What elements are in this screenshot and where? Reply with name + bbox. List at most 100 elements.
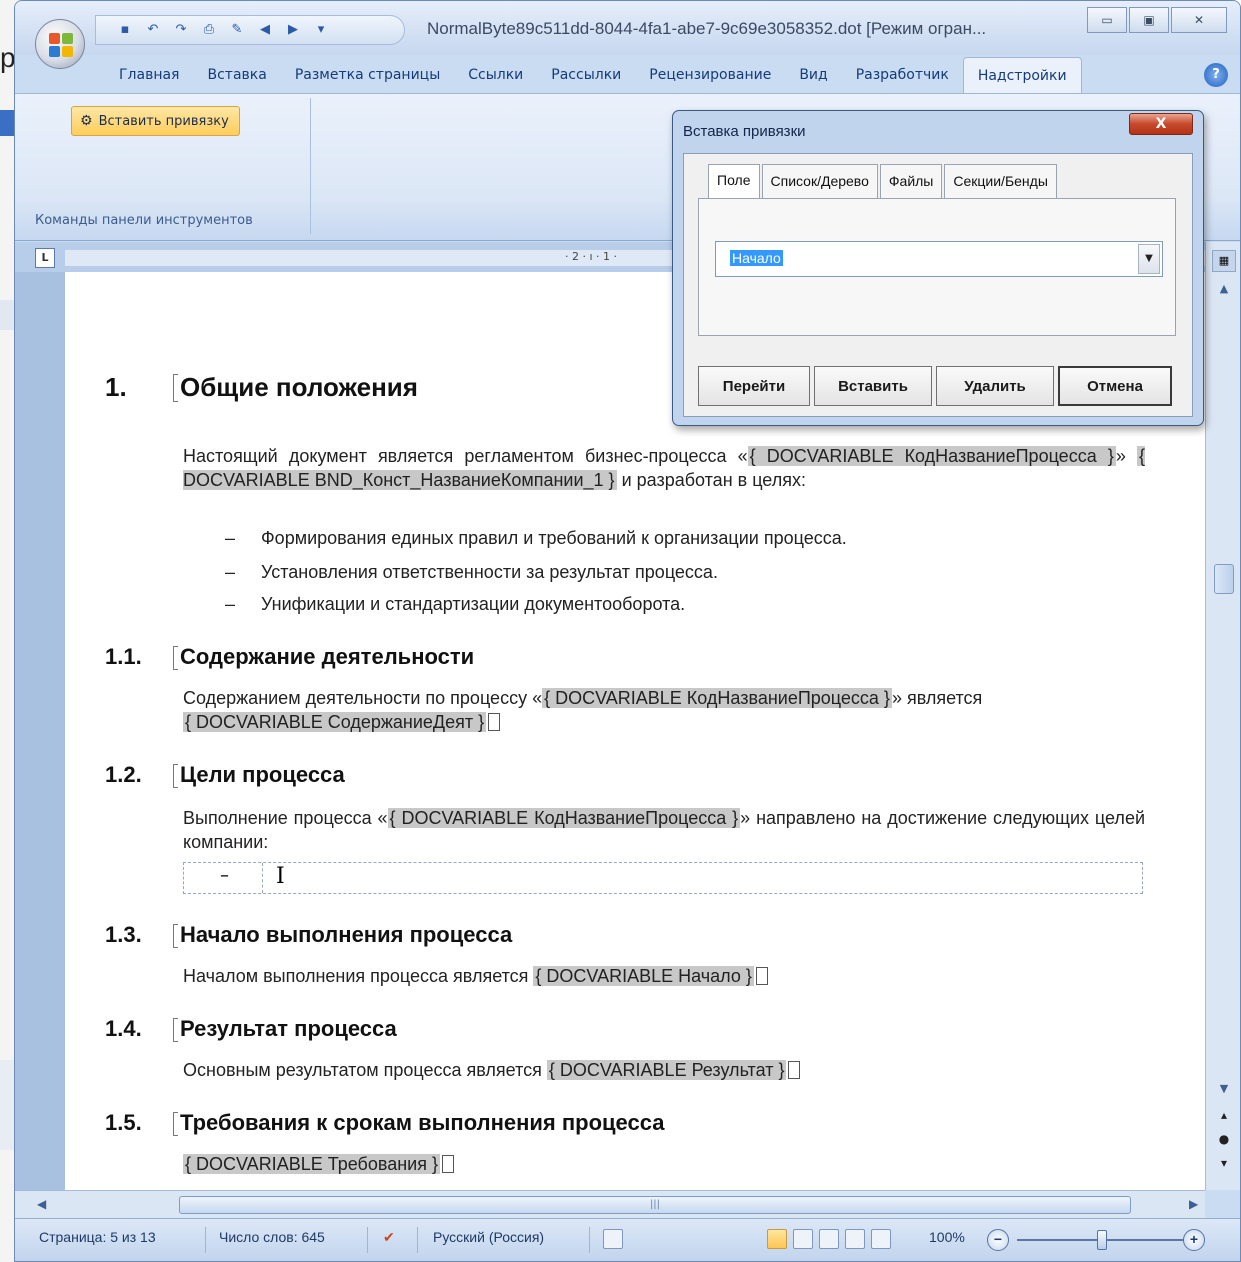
tab-page-layout[interactable]: Разметка страницы — [281, 57, 454, 93]
bookmark-marker — [173, 764, 178, 788]
heading-text: Содержание деятельности — [180, 644, 475, 669]
window-title: NormalByte89c511dd-8044-4fa1-abe7-9c69e3… — [427, 19, 987, 38]
scroll-left-icon[interactable]: ◀ — [37, 1197, 46, 1211]
text-run: Началом выполнения процесса является — [183, 966, 534, 986]
print-preview-icon[interactable]: ⎙ — [200, 21, 218, 39]
page-indicator[interactable]: Страница: 5 из 13 — [39, 1229, 156, 1245]
language-indicator[interactable]: Русский (Россия) — [433, 1229, 544, 1245]
save-icon[interactable]: ▪ — [116, 21, 134, 39]
text-run: Основным результатом процесса является — [183, 1060, 547, 1080]
chevron-down-icon[interactable]: ▼ — [1138, 244, 1160, 274]
tab-stop-selector[interactable]: L — [35, 248, 55, 268]
docvariable-field[interactable]: { DOCVARIABLE КодНазваниеПроцесса } — [542, 688, 892, 708]
insert-button[interactable]: Вставить — [814, 366, 932, 406]
web-layout-icon[interactable] — [819, 1229, 839, 1249]
bullet-dash: – — [220, 865, 229, 886]
outline-icon[interactable] — [845, 1229, 865, 1249]
cell-end-marker — [788, 1061, 801, 1079]
bookmark-marker — [173, 646, 178, 670]
heading-number: 1.5. — [105, 1110, 142, 1135]
dialog-close-button[interactable]: X — [1129, 113, 1193, 135]
tab-references[interactable]: Ссылки — [454, 57, 537, 93]
full-screen-reading-icon[interactable] — [793, 1229, 813, 1249]
list-item-text: Унификации и стандартизации документообо… — [261, 594, 686, 614]
cell-divider — [262, 863, 263, 893]
text-run: Содержанием деятельности по процессу « — [183, 688, 543, 708]
tab-insert[interactable]: Вставка — [193, 57, 280, 93]
docvariable-field[interactable]: { DOCVARIABLE КодНазваниеПроцесса } — [747, 446, 1116, 466]
paragraph-content: Содержанием деятельности по процессу «{ … — [183, 686, 1145, 734]
spelling-icon[interactable]: ✎ — [228, 21, 246, 39]
word-count[interactable]: Число слов: 645 — [219, 1229, 325, 1245]
zoom-slider-thumb[interactable] — [1097, 1230, 1107, 1250]
paragraph-goals: Выполнение процесса «{ DOCVARIABLE КодНа… — [183, 806, 1145, 854]
draft-icon[interactable] — [871, 1229, 891, 1249]
browse-object-icon[interactable]: ● — [1212, 1132, 1236, 1150]
docvariable-field[interactable]: { DOCVARIABLE Начало } — [533, 966, 754, 986]
heading-text: Общие положения — [180, 372, 418, 402]
back-icon[interactable]: ◀ — [256, 21, 274, 39]
proofing-icon[interactable]: ✔ — [383, 1229, 395, 1246]
zoom-level[interactable]: 100% — [929, 1229, 965, 1245]
field-combobox[interactable]: Начало ▼ — [715, 241, 1163, 277]
vertical-scrollbar[interactable]: ▦ ▲ ▼ ▴ ● ▾ — [1205, 242, 1240, 1190]
tab-view[interactable]: Вид — [785, 57, 841, 93]
tab-developer[interactable]: Разработчик — [842, 57, 963, 93]
undo-icon[interactable]: ↶ — [144, 21, 162, 39]
paragraph-intro: Настоящий документ является регламентом … — [183, 444, 1145, 492]
combobox-value[interactable]: Начало — [730, 250, 783, 266]
list-item-text: Формирования единых правил и требований … — [261, 528, 847, 548]
paragraph-result: Основным результатом процесса является {… — [183, 1058, 1145, 1082]
customize-icon[interactable]: ▾ — [312, 21, 330, 39]
empty-goals-row[interactable]: – I — [183, 862, 1143, 894]
docvariable-field[interactable]: { DOCVARIABLE КодНазваниеПроцесса } — [387, 808, 741, 828]
goto-button[interactable]: Перейти — [698, 366, 810, 406]
next-page-icon[interactable]: ▾ — [1212, 1156, 1236, 1174]
scroll-up-icon[interactable]: ▲ — [1212, 282, 1236, 300]
docvariable-field[interactable]: { DOCVARIABLE СодержаниеДеят } — [183, 712, 487, 732]
help-icon[interactable]: ? — [1204, 63, 1228, 87]
office-button[interactable] — [35, 19, 85, 69]
scroll-down-icon[interactable]: ▼ — [1212, 1082, 1236, 1100]
tab-addins[interactable]: Надстройки — [962, 57, 1082, 93]
tab-sections-bands[interactable]: Секции/Бенды — [944, 164, 1057, 198]
scroll-right-icon[interactable]: ▶ — [1189, 1197, 1198, 1211]
close-button[interactable]: ✕ — [1171, 7, 1227, 33]
status-bar: Страница: 5 из 13 Число слов: 645 ✔ Русс… — [15, 1218, 1240, 1261]
tab-field[interactable]: Поле — [708, 164, 760, 198]
heading-text: Цели процесса — [180, 762, 345, 787]
paragraph-start: Началом выполнения процесса является { D… — [183, 964, 1145, 988]
cancel-button[interactable]: Отмена — [1058, 366, 1172, 406]
bookmark-marker — [173, 1018, 178, 1042]
docvariable-field[interactable]: { DOCVARIABLE Результат } — [546, 1060, 787, 1080]
vertical-scroll-thumb[interactable] — [1214, 564, 1234, 594]
dialog-body: Поле Список/Дерево Файлы Секции/Бенды На… — [683, 153, 1193, 417]
delete-button[interactable]: Удалить — [936, 366, 1054, 406]
redo-icon[interactable]: ↷ — [172, 21, 190, 39]
zoom-in-icon[interactable]: + — [1183, 1229, 1205, 1251]
heading-number: 1.4. — [105, 1016, 142, 1041]
previous-page-icon[interactable]: ▴ — [1212, 1108, 1236, 1126]
forward-icon[interactable]: ▶ — [284, 21, 302, 39]
dialog-buttons: Перейти Вставить Удалить Отмена — [698, 366, 1172, 406]
tab-mailings[interactable]: Рассылки — [537, 57, 635, 93]
docvariable-field[interactable]: { DOCVARIABLE Требования } — [183, 1154, 440, 1174]
tab-files[interactable]: Файлы — [879, 164, 943, 198]
dialog-title: Вставка привязки — [683, 123, 806, 140]
quick-access-toolbar: ▪ ↶ ↷ ⎙ ✎ ◀ ▶ ▾ — [95, 15, 405, 45]
horizontal-scroll-thumb[interactable]: ||| — [179, 1196, 1131, 1214]
zoom-out-icon[interactable]: − — [987, 1229, 1009, 1251]
view-ruler-icon[interactable]: ▦ — [1212, 250, 1236, 272]
tab-review[interactable]: Рецензирование — [635, 57, 785, 93]
insert-binding-button[interactable]: ⚙ Вставить привязку — [71, 106, 240, 136]
ribbon-group-label: Команды панели инструментов — [35, 213, 253, 228]
print-layout-icon[interactable] — [767, 1229, 787, 1249]
tab-list-tree[interactable]: Список/Дерево — [761, 164, 878, 198]
ruler-numbers: · 2 · ı · 1 · — [565, 250, 618, 263]
tab-home[interactable]: Главная — [105, 57, 193, 93]
ribbon-group-toolbar-commands: ⚙ Вставить привязку Команды панели инстр… — [33, 98, 311, 234]
macro-record-icon[interactable] — [603, 1229, 623, 1249]
maximize-button[interactable]: ▣ — [1129, 7, 1169, 33]
minimize-button[interactable]: ▭ — [1087, 7, 1127, 33]
horizontal-scrollbar[interactable]: ◀ ||| ▶ — [15, 1190, 1205, 1218]
